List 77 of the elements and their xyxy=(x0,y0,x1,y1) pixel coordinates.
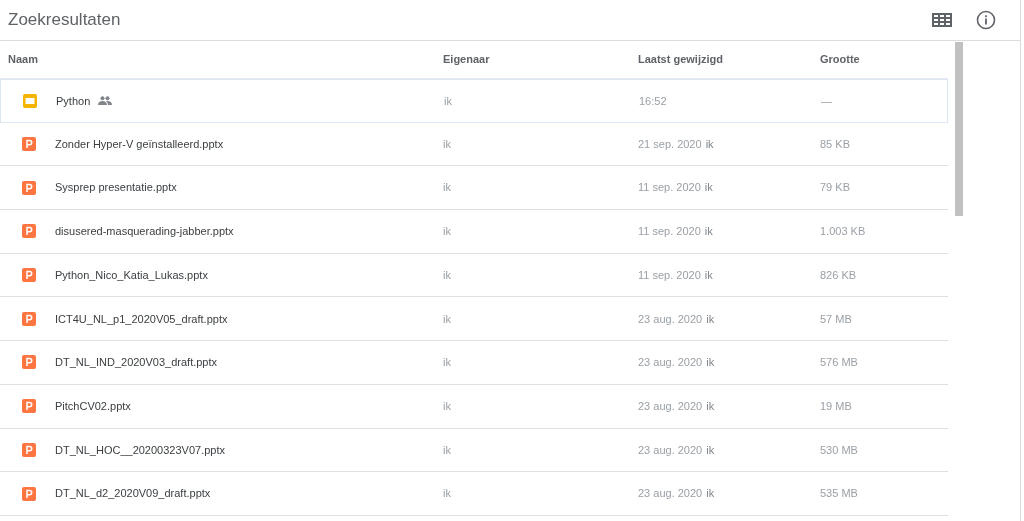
modified-by: ik xyxy=(706,311,715,327)
file-row[interactable]: Sysprep presentatie.pptx ik 11 sep. 2020 ik 79 KB xyxy=(0,166,948,211)
presentation-file-icon xyxy=(22,355,36,370)
owner-text: ik xyxy=(443,399,451,412)
file-name: disusered-masquerading-jabber.pptx xyxy=(55,224,234,240)
owner-text: ik xyxy=(443,312,451,325)
owner-text: ik xyxy=(443,356,451,369)
file-name: Zonder Hyper-V geïnstalleerd.pptx xyxy=(55,136,224,152)
modified-date: 23 aug. 2020 xyxy=(638,442,703,458)
presentation-file-icon xyxy=(22,399,36,414)
file-size: 826 KB xyxy=(820,268,857,281)
modified-date: 23 aug. 2020 xyxy=(638,398,703,414)
modified-date: 21 sep. 2020 xyxy=(638,136,702,152)
file-row[interactable]: ICT4U_NL_p1_2020V05_draft.pptx ik 23 aug. 2020 ik 57 MB xyxy=(0,297,948,342)
file-row[interactable]: PitchCV02.pptx ik 23 aug. 2020 ik 19 MB xyxy=(0,384,948,429)
column-header[interactable]: Eigenaar xyxy=(443,53,490,66)
modified-by: ik xyxy=(706,486,715,502)
file-row[interactable]: DT_NL_IND_2020V03_draft.pptx ik 23 aug. 2020 ik 576 MB xyxy=(0,341,948,385)
presentation-file-icon xyxy=(22,268,36,283)
file-size: 1.003 KB xyxy=(820,225,866,238)
file-name: ICT4U_NL_p1_2020V05_draft.pptx xyxy=(55,311,228,327)
presentation-file-icon xyxy=(22,311,36,326)
file-row[interactable]: Zonder Hyper-V geïnstalleerd.pptx ik 21 sep. 2020 ik 85 KB xyxy=(0,122,948,167)
modified-by: ik xyxy=(706,398,715,414)
column-header[interactable]: Laatst gewijzigd xyxy=(638,53,723,66)
file-row[interactable]: DT_NL_HOC__20200323V07.pptx ik 23 aug. 2020 ik 530 MB xyxy=(0,428,948,473)
presentation-file-icon xyxy=(22,180,36,195)
file-size: — xyxy=(821,94,832,107)
file-name: PitchCV02.pptx xyxy=(55,398,131,414)
file-name: Python xyxy=(56,93,91,109)
file-size: 535 MB xyxy=(820,487,858,500)
modified-by: ik xyxy=(704,180,713,196)
file-row[interactable]: Python ik 16:52 — xyxy=(0,79,948,123)
file-name: DT_NL_IND_2020V03_draft.pptx xyxy=(55,355,218,371)
presentation-file-icon xyxy=(22,442,36,457)
modified-date: 11 sep. 2020 xyxy=(638,267,701,283)
owner-text: ik xyxy=(443,225,451,238)
modified-date: 16:52 xyxy=(639,93,667,109)
file-size: 79 KB xyxy=(820,181,850,194)
file-name: Sysprep presentatie.pptx xyxy=(55,180,177,196)
modified-by: ik xyxy=(704,267,713,283)
modified-date: 23 aug. 2020 xyxy=(638,486,703,502)
modified-date: 11 sep. 2020 xyxy=(638,224,701,240)
file-name: Python_Nico_Katia_Lukas.pptx xyxy=(55,267,208,283)
presentation-file-icon xyxy=(22,486,36,501)
info-icon[interactable] xyxy=(976,10,996,30)
grid-view-icon[interactable] xyxy=(932,12,952,28)
owner-text: ik xyxy=(443,487,451,500)
file-row[interactable]: disusered-masquerading-jabber.pptx ik 11 sep. 2020 ik 1.003 KB xyxy=(0,210,948,254)
scrollbar[interactable] xyxy=(955,42,963,216)
page-title: Zoekresultaten xyxy=(8,9,122,32)
owner-text: ik xyxy=(444,94,452,107)
file-size: 19 MB xyxy=(820,399,852,412)
file-size: 530 MB xyxy=(820,443,858,456)
file-size: 576 MB xyxy=(820,356,858,369)
file-row[interactable]: DT_NL_d2_2020V09_draft.pptx ik 23 aug. 2020 ik 535 MB xyxy=(0,472,948,516)
file-size: 85 KB xyxy=(820,137,850,150)
owner-text: ik xyxy=(443,181,451,194)
file-size: 57 MB xyxy=(820,312,852,325)
file-name: DT_NL_HOC__20200323V07.pptx xyxy=(55,442,225,458)
column-header[interactable]: Grootte xyxy=(820,53,860,66)
modified-date: 11 sep. 2020 xyxy=(638,180,701,196)
file-name: DT_NL_d2_2020V09_draft.pptx xyxy=(55,486,211,502)
presentation-file-icon xyxy=(22,224,36,239)
slides-icon xyxy=(23,93,37,108)
modified-by: ik xyxy=(705,136,714,152)
modified-by: ik xyxy=(704,224,713,240)
owner-text: ik xyxy=(443,443,451,456)
modified-date: 23 aug. 2020 xyxy=(638,311,703,327)
column-header[interactable]: Naam xyxy=(8,53,38,66)
modified-by: ik xyxy=(706,442,715,458)
modified-date: 23 aug. 2020 xyxy=(638,355,703,371)
presentation-file-icon xyxy=(22,137,36,152)
owner-text: ik xyxy=(443,137,451,150)
owner-text: ik xyxy=(443,268,451,281)
file-row[interactable]: Python_Nico_Katia_Lukas.pptx ik 11 sep. 2020 ik 826 KB xyxy=(0,253,948,298)
modified-by: ik xyxy=(706,355,715,371)
